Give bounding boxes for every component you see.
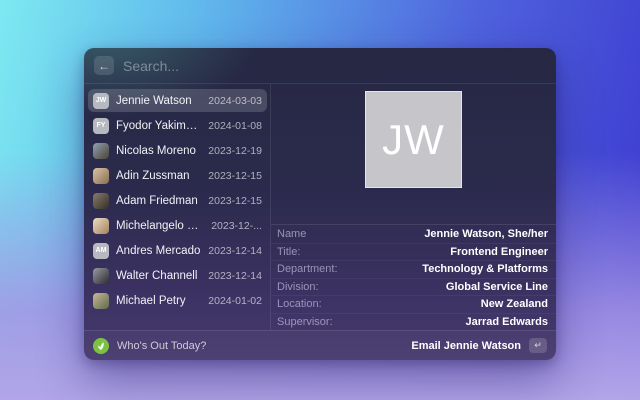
search-bar: ← (84, 48, 556, 84)
person-avatar (93, 293, 109, 309)
detail-field-value: Jarrad Edwards (465, 316, 548, 328)
person-row[interactable]: Michelangelo Huang... 2023-12-... (88, 214, 267, 237)
person-date: 2024-01-08 (208, 120, 262, 132)
person-name: Adin Zussman (116, 170, 202, 182)
person-name: Michael Petry (116, 295, 202, 307)
person-date: 2023-12-19 (208, 145, 262, 157)
person-date: 2024-01-02 (208, 295, 262, 307)
detail-field-row: Supervisor: Jarrad Edwards (271, 313, 556, 331)
person-name: Michelangelo Huang... (116, 220, 205, 232)
people-search-window: ← JW Jennie Watson 2024-03-03 FY Fyodor … (84, 48, 556, 360)
detail-fields: Name Jennie Watson, She/her Title: Front… (271, 224, 556, 330)
bamboo-plant-icon (93, 338, 109, 354)
detail-field-value: Global Service Line (446, 281, 548, 293)
detail-field-value: Frontend Engineer (450, 246, 548, 258)
search-input[interactable] (123, 58, 546, 74)
detail-field-label: Location: (277, 298, 322, 310)
detail-field-label: Supervisor: (277, 316, 333, 328)
detail-field-label: Title: (277, 246, 300, 258)
email-action-button[interactable]: Email Jennie Watson ↵ (411, 338, 547, 353)
person-row[interactable]: JW Jennie Watson 2024-03-03 (88, 89, 267, 112)
person-avatar (93, 218, 109, 234)
person-date: 2023-12-15 (208, 195, 262, 207)
person-row[interactable]: FY Fyodor Yakimchouk 2024-01-08 (88, 114, 267, 137)
detail-field-value: Technology & Platforms (422, 263, 548, 275)
person-row[interactable]: AM Andres Mercado 2023-12-14 (88, 239, 267, 262)
person-avatar: AM (93, 243, 109, 259)
person-date: 2023-12-14 (208, 245, 262, 257)
person-name: Walter Channell (116, 270, 202, 282)
detail-field-row: Division: Global Service Line (271, 278, 556, 296)
people-list: JW Jennie Watson 2024-03-03 FY Fyodor Ya… (84, 84, 271, 330)
detail-field-label: Department: (277, 263, 338, 275)
person-row[interactable]: Walter Channell 2023-12-14 (88, 264, 267, 287)
person-row[interactable]: Adin Zussman 2023-12-15 (88, 164, 267, 187)
whos-out-today-label: Who's Out Today? (117, 340, 206, 352)
person-date: 2024-03-03 (208, 95, 262, 107)
detail-field-row: Name Jennie Watson, She/her (271, 225, 556, 243)
person-avatar (93, 268, 109, 284)
person-avatar (93, 193, 109, 209)
enter-key-icon: ↵ (529, 338, 547, 353)
detail-field-row: Title: Frontend Engineer (271, 243, 556, 261)
detail-field-value: New Zealand (481, 298, 548, 310)
detail-field-row: Location: New Zealand (271, 295, 556, 313)
person-date: 2023-12-14 (208, 270, 262, 282)
person-detail-panel: JW Name Jennie Watson, She/her Title: Fr… (271, 84, 556, 330)
email-action-label: Email Jennie Watson (411, 340, 521, 352)
person-row[interactable]: Michael Petry 2024-01-02 (88, 289, 267, 312)
person-name: Nicolas Moreno (116, 145, 202, 157)
person-name: Fyodor Yakimchouk (116, 120, 202, 132)
person-date: 2023-12-... (211, 220, 262, 232)
person-avatar: FY (93, 118, 109, 134)
person-row[interactable]: Nicolas Moreno 2023-12-19 (88, 139, 267, 162)
detail-avatar: JW (365, 91, 462, 188)
main-content: JW Jennie Watson 2024-03-03 FY Fyodor Ya… (84, 84, 556, 330)
detail-field-row: Department: Technology & Platforms (271, 260, 556, 278)
back-arrow-icon: ← (98, 60, 110, 72)
back-button[interactable]: ← (94, 56, 114, 75)
detail-field-label: Name (277, 228, 306, 240)
person-name: Jennie Watson (116, 95, 202, 107)
person-avatar (93, 143, 109, 159)
person-avatar: JW (93, 93, 109, 109)
detail-field-label: Division: (277, 281, 319, 293)
person-row[interactable]: Adam Friedman 2023-12-15 (88, 189, 267, 212)
detail-field-value: Jennie Watson, She/her (424, 228, 548, 240)
person-name: Andres Mercado (116, 245, 202, 257)
footer-bar: Who's Out Today? Email Jennie Watson ↵ (84, 330, 556, 360)
person-name: Adam Friedman (116, 195, 202, 207)
desktop-background: { "window": { "search": { "placeholder":… (0, 0, 640, 400)
person-date: 2023-12-15 (208, 170, 262, 182)
person-avatar (93, 168, 109, 184)
